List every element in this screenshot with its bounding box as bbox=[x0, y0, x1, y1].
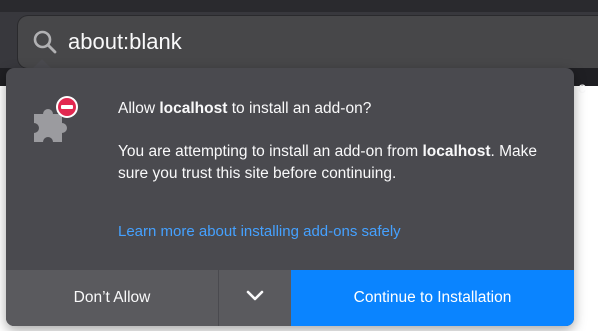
addon-install-popup: Allow localhost to install an add-on? Yo… bbox=[6, 68, 574, 326]
url-text[interactable]: about:blank bbox=[68, 28, 182, 56]
popup-footer: Don’t Allow Continue to Installation bbox=[6, 270, 574, 326]
popup-message: You are attempting to install an add-on … bbox=[118, 141, 548, 185]
learn-more-link[interactable]: Learn more about installing add-ons safe… bbox=[118, 221, 401, 243]
chevron-down-icon bbox=[246, 289, 264, 307]
search-icon bbox=[32, 29, 58, 55]
body-prefix: You are attempting to install an add-on … bbox=[118, 143, 423, 160]
partial-text: c bbox=[578, 80, 586, 97]
popup-title: Allow localhost to install an add-on? bbox=[118, 98, 371, 120]
title-host: localhost bbox=[159, 100, 228, 117]
continue-installation-button[interactable]: Continue to Installation bbox=[291, 270, 574, 326]
titlebar bbox=[0, 0, 598, 12]
body-host: localhost bbox=[422, 143, 491, 160]
url-bar[interactable]: about:blank bbox=[18, 16, 598, 68]
dont-allow-button[interactable]: Don’t Allow bbox=[6, 270, 218, 326]
title-prefix: Allow bbox=[118, 100, 160, 117]
browser-window: about:blank c Allow localhost to install… bbox=[0, 0, 598, 331]
more-options-button[interactable] bbox=[219, 270, 291, 326]
title-suffix: to install an add-on? bbox=[227, 100, 372, 117]
addon-blocked-icon bbox=[28, 94, 80, 146]
